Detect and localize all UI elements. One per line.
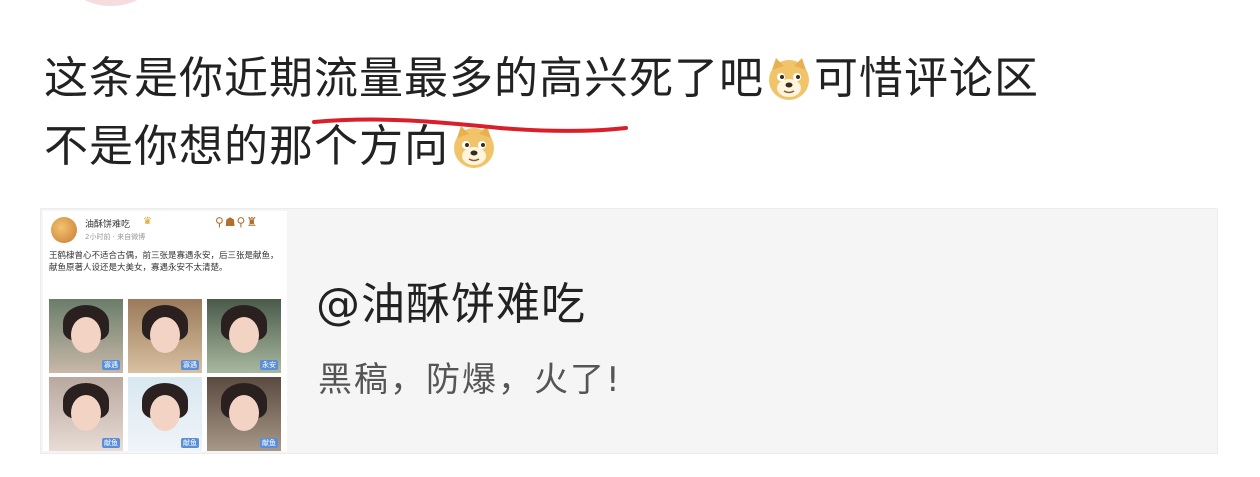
grid-image: 寡遇 bbox=[128, 299, 202, 373]
grid-image: 献鱼 bbox=[128, 377, 202, 451]
doge-emoji-icon bbox=[769, 58, 809, 100]
repost-card[interactable]: 油酥饼难吃 ♛ 2小时前 · 来自微博 ⚲☗⚲♜ 王鹤棣曾心不适合古偶，前三张是… bbox=[40, 208, 1218, 454]
crown-icon: ♛ bbox=[143, 216, 152, 227]
post-text-segment: 可惜评论区 bbox=[814, 53, 1039, 104]
thumbnail-image-grid: 寡遇 寡遇 永安 献鱼 献鱼 献鱼 bbox=[49, 299, 281, 451]
image-tag: 寡遇 bbox=[102, 360, 120, 370]
grid-image: 永安 bbox=[207, 299, 281, 373]
thumbnail-text: 王鹤棣曾心不适合古偶，前三张是寡遇永安，后三张是献鱼，献鱼原著人设还是大美女，寡… bbox=[49, 251, 279, 273]
thumbnail-avatar bbox=[51, 217, 77, 243]
card-title[interactable]: @油酥饼难吃 bbox=[316, 268, 586, 332]
card-subtitle: 黑稿，防爆，火了! bbox=[318, 360, 622, 400]
grid-image: 寡遇 bbox=[49, 299, 123, 373]
post-line-1: 这条是你近期流量最多的高兴死了吧 可惜评论区 bbox=[44, 44, 1224, 112]
grid-image: 献鱼 bbox=[49, 377, 123, 451]
badge-icons: ⚲☗⚲♜ bbox=[215, 215, 259, 229]
image-tag: 寡遇 bbox=[181, 360, 199, 370]
red-underline-annotation bbox=[312, 117, 628, 133]
image-tag: 永安 bbox=[260, 360, 278, 370]
grid-image: 献鱼 bbox=[207, 377, 281, 451]
post-text-segment: 这条是你近期流量最多的高兴死了吧 bbox=[44, 53, 764, 104]
thumbnail-author: 油酥饼难吃 bbox=[85, 220, 131, 230]
image-tag: 献鱼 bbox=[260, 438, 278, 448]
image-tag: 献鱼 bbox=[102, 438, 120, 448]
thumbnail-header: 油酥饼难吃 ♛ 2小时前 · 来自微博 ⚲☗⚲♜ bbox=[49, 215, 285, 245]
card-thumbnail[interactable]: 油酥饼难吃 ♛ 2小时前 · 来自微博 ⚲☗⚲♜ 王鹤棣曾心不适合古偶，前三张是… bbox=[43, 211, 287, 451]
avatar[interactable] bbox=[72, 0, 150, 6]
thumbnail-time: 2小时前 · 来自微博 bbox=[85, 233, 146, 241]
image-tag: 献鱼 bbox=[181, 438, 199, 448]
